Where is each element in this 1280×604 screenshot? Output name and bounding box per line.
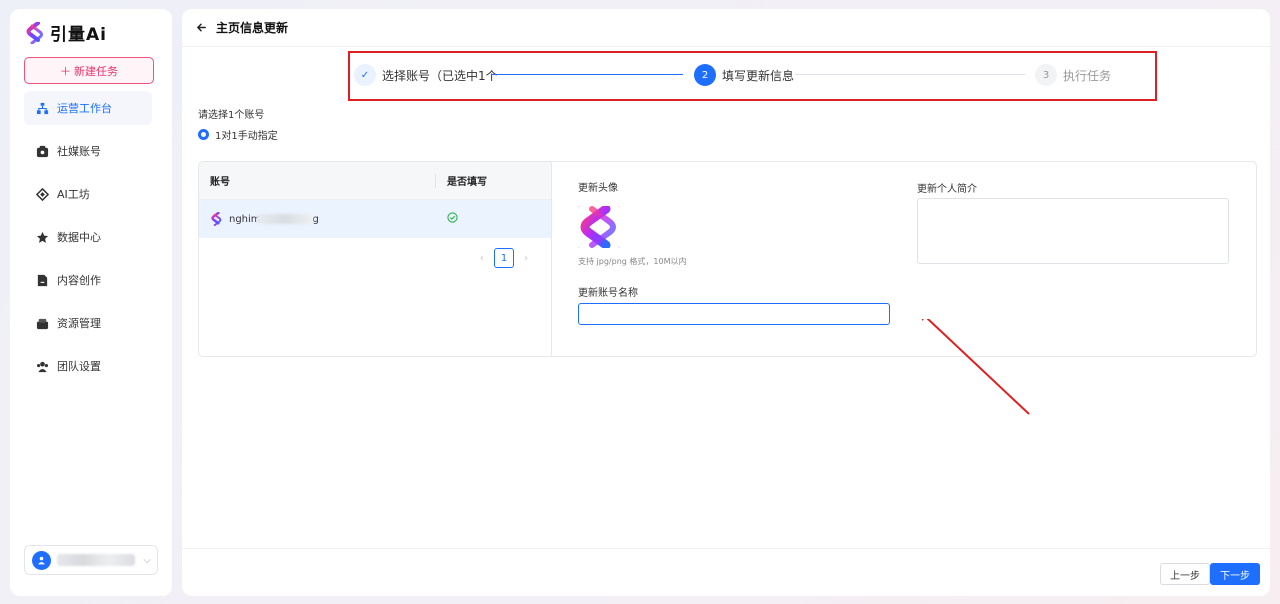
sidebar-item-resource-management[interactable]: 资源管理: [24, 306, 152, 340]
bio-textarea[interactable]: [917, 198, 1229, 264]
logo-icon: [26, 21, 43, 44]
bio-label: 更新个人简介: [917, 184, 977, 195]
workbench-icon: [36, 102, 49, 114]
step-connector: [795, 74, 1025, 75]
team-icon: [37, 361, 48, 372]
sidebar-item-data-center[interactable]: 数据中心: [24, 220, 152, 254]
new-task-label: 新建任务: [74, 64, 118, 78]
sidebar-item-label: 运营工作台: [57, 102, 112, 115]
social-account-icon: [36, 145, 49, 157]
step-select-account: ✓ 选择账号（已选中1个: [354, 64, 498, 86]
main-panel: 主页信息更新 ✓ 选择账号（已选中1个 2 填写更新信息 3 执行任务 请选择1…: [182, 9, 1270, 596]
avatar-upload[interactable]: [578, 206, 620, 248]
sidebar-item-workbench[interactable]: 运营工作台: [24, 91, 152, 125]
account-cell: nghim g: [199, 212, 435, 226]
sidebar-item-label: 资源管理: [57, 317, 101, 330]
step-label: 选择账号（已选中1个: [382, 68, 498, 83]
next-page-icon[interactable]: ›: [524, 253, 528, 264]
sidebar-item-label: AI工坊: [57, 188, 90, 201]
annotation-arrow: [922, 319, 1030, 415]
ai-workshop-icon: [36, 187, 49, 201]
step-fill-info: 2 填写更新信息: [694, 64, 794, 86]
filled-status: [435, 212, 458, 226]
avatar-label: 更新头像: [578, 183, 618, 194]
account-table: 账号 是否填写 nghim g ‹ 1 ›: [199, 162, 552, 356]
table-header: 账号 是否填写: [199, 162, 551, 200]
new-task-button[interactable]: ＋ 新建任务: [24, 57, 154, 84]
sidebar: 引量Ai ＋ 新建任务 运营工作台 社媒账号 AI工坊 数据中心 内容创作 资源…: [10, 9, 172, 596]
sidebar-nav: 运营工作台 社媒账号 AI工坊 数据中心 内容创作 资源管理 团队设置: [24, 91, 152, 392]
sidebar-item-label: 内容创作: [57, 274, 101, 287]
sidebar-item-social-accounts[interactable]: 社媒账号: [24, 134, 152, 168]
step-label: 填写更新信息: [722, 68, 795, 83]
sidebar-item-content-creation[interactable]: 内容创作: [24, 263, 152, 297]
page-title: 主页信息更新: [216, 21, 289, 35]
avatar-hint: 支持 jpg/png 格式，10M以内: [578, 257, 687, 266]
account-name-label: 更新账号名称: [578, 288, 638, 299]
form-left-column: 更新头像 支持 jpg/png 格式，10M以内 更新账号名称: [578, 162, 898, 356]
column-header-filled: 是否填写: [435, 173, 487, 188]
team-avatar-icon: [32, 550, 51, 570]
app-logo[interactable]: 引量Ai: [26, 20, 107, 45]
step-number: 3: [1035, 64, 1057, 86]
logo-text: 引量Ai: [50, 25, 107, 45]
radio-selected[interactable]: [198, 129, 209, 140]
prev-page-icon[interactable]: ‹: [480, 253, 484, 264]
team-name-redacted: [57, 554, 135, 566]
account-name: nghim g: [229, 213, 319, 225]
sidebar-item-team-settings[interactable]: 团队设置: [24, 349, 152, 383]
steps-indicator: ✓ 选择账号（已选中1个 2 填写更新信息 3 执行任务: [348, 51, 1157, 101]
resource-icon: [36, 318, 49, 329]
step-number: 2: [694, 64, 716, 86]
page-header: 主页信息更新: [182, 9, 1270, 47]
next-step-button[interactable]: 下一步: [1210, 563, 1260, 585]
plus-icon: ＋: [60, 64, 71, 78]
account-logo-icon: [211, 212, 222, 226]
sidebar-item-label: 数据中心: [57, 231, 101, 244]
team-switcher[interactable]: ⌵: [24, 545, 158, 575]
check-icon: ✓: [354, 64, 376, 86]
sidebar-item-ai-workshop[interactable]: AI工坊: [24, 177, 152, 211]
prev-step-button[interactable]: 上一步: [1160, 563, 1210, 585]
sidebar-item-label: 团队设置: [57, 360, 101, 373]
page-number[interactable]: 1: [494, 248, 514, 268]
step-label: 执行任务: [1063, 68, 1112, 83]
chevron-down-icon: ⌵: [143, 554, 151, 566]
account-form-card: 账号 是否填写 nghim g ‹ 1 › 更新头像 支持 jpg/png 格式…: [198, 161, 1257, 357]
account-name-input[interactable]: [578, 303, 890, 325]
radio-label: 1对1手动指定: [215, 131, 278, 142]
content-creation-icon: [37, 274, 48, 286]
data-center-icon: [36, 231, 49, 243]
step-connector: [491, 74, 683, 75]
pagination: ‹ 1 ›: [480, 248, 528, 268]
step-execute-task: 3 执行任务: [1035, 64, 1111, 86]
check-circle-icon: [447, 212, 458, 223]
sidebar-item-label: 社媒账号: [57, 145, 101, 158]
select-account-prompt: 请选择1个账号: [198, 110, 265, 121]
column-header-account: 账号: [210, 177, 230, 188]
manual-assign-option[interactable]: 1对1手动指定: [198, 127, 278, 142]
avatar-image: [578, 206, 620, 248]
footer-bar: 上一步 下一步: [182, 548, 1270, 596]
back-arrow-icon[interactable]: [193, 20, 209, 36]
table-row[interactable]: nghim g: [199, 200, 551, 238]
